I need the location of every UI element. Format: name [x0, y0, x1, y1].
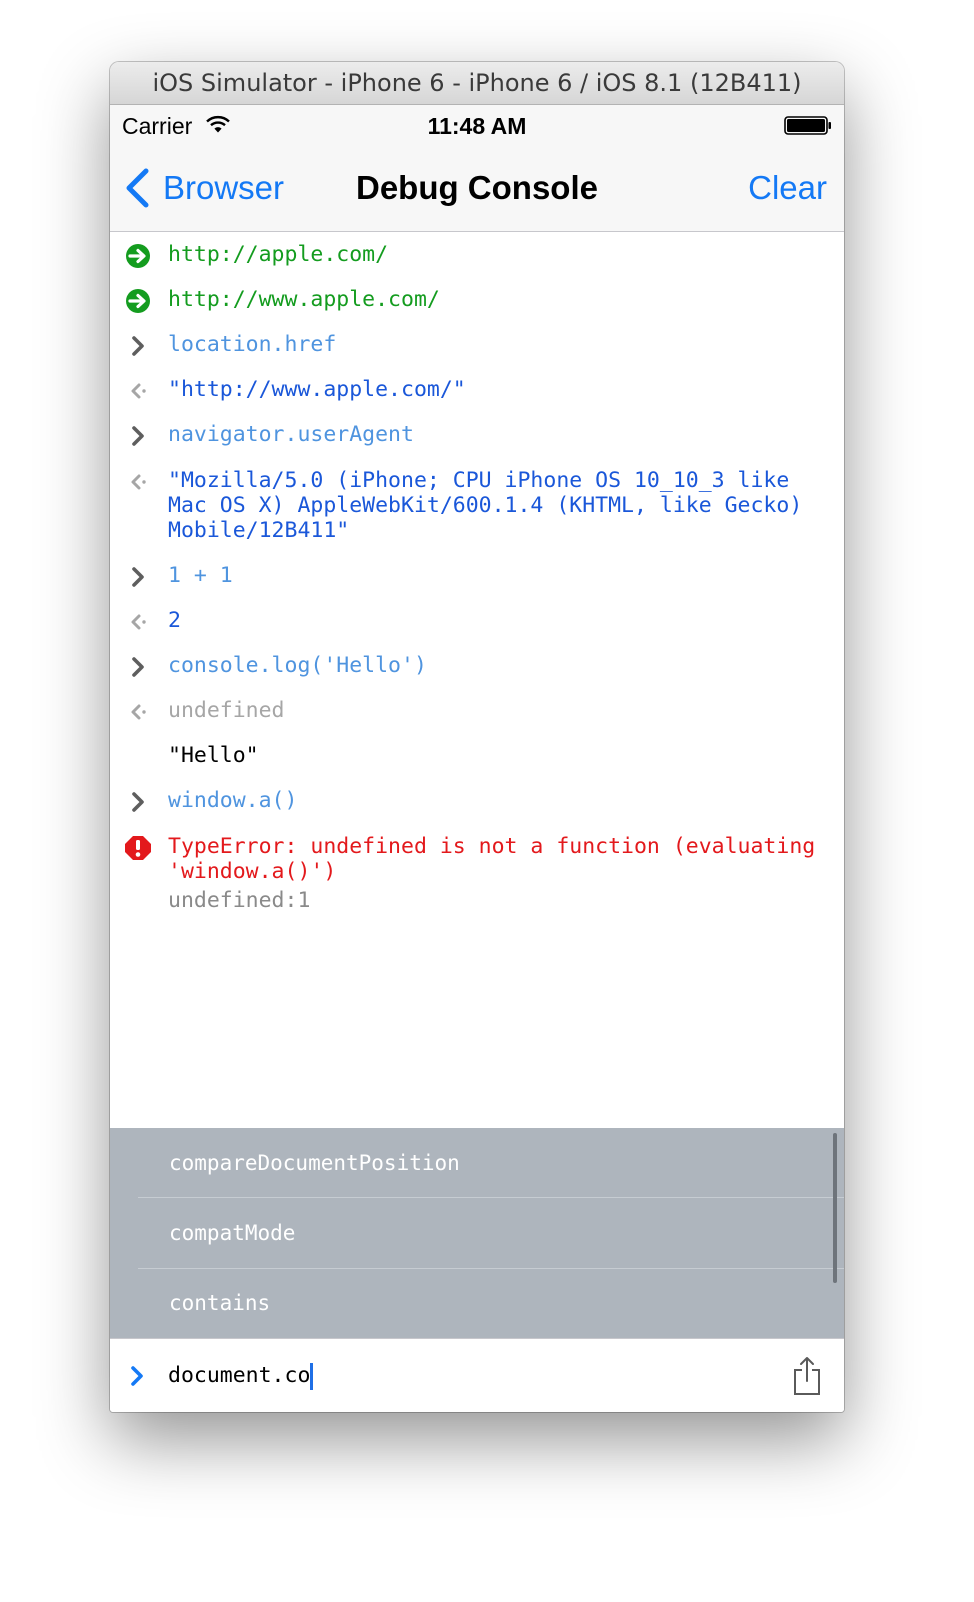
autocomplete-list: compareDocumentPosition compatMode conta… [110, 1128, 844, 1338]
console-entry-text[interactable]: http://www.apple.com/ [168, 287, 828, 312]
share-icon[interactable] [792, 1356, 822, 1396]
console-input-bar: document.co [110, 1338, 844, 1412]
arrow-right-circle-icon [126, 244, 150, 268]
clear-button[interactable]: Clear [748, 165, 827, 211]
battery-icon [784, 116, 831, 135]
console-log: http://apple.com/ http://www.apple.com/ … [110, 232, 844, 1128]
chevron-right-icon [132, 792, 144, 812]
error-icon [125, 836, 151, 860]
arrow-right-circle-icon [126, 289, 150, 313]
autocomplete-item[interactable]: contains [110, 1268, 844, 1338]
console-entry-text[interactable]: console.log('Hello') [168, 653, 828, 678]
console-entry-text[interactable]: http://apple.com/ [168, 242, 828, 267]
chevron-right-icon [132, 567, 144, 587]
autocomplete-item[interactable]: compatMode [110, 1198, 844, 1268]
console-entry-text[interactable]: navigator.userAgent [168, 422, 828, 447]
console-entry-text[interactable]: "http://www.apple.com/" [168, 377, 828, 402]
navigation-bar: Browser Debug Console Clear [110, 145, 844, 232]
chevron-right-icon [132, 657, 144, 677]
console-entry-text[interactable]: "Mozilla/5.0 (iPhone; CPU iPhone OS 10_1… [168, 468, 818, 543]
console-input-value: document.co [168, 1363, 311, 1388]
autocomplete-item[interactable]: compareDocumentPosition [110, 1128, 844, 1198]
autocomplete-item-label: compareDocumentPosition [169, 1151, 460, 1175]
error-source[interactable]: undefined:1 [168, 888, 828, 913]
chevron-right-icon [132, 336, 144, 356]
autocomplete-item-label: contains [169, 1291, 271, 1315]
page-title: Debug Console [355, 169, 598, 206]
window-title: iOS Simulator - iPhone 6 - iPhone 6 / iO… [110, 62, 844, 105]
console-entry-text[interactable]: location.href [168, 332, 828, 357]
autocomplete-scrollbar[interactable] [833, 1133, 837, 1283]
console-entry-text[interactable]: 1 + 1 [168, 563, 828, 588]
chevron-right-icon [132, 426, 144, 446]
chevron-left-icon [131, 704, 146, 720]
console-input[interactable]: document.co [168, 1361, 314, 1391]
simulator-window: iOS Simulator - iPhone 6 - iPhone 6 / iO… [110, 62, 844, 1412]
console-entry-text[interactable]: "Hello" [168, 743, 828, 768]
chevron-left-icon [131, 383, 146, 399]
console-entry-text[interactable]: undefined [168, 698, 828, 723]
prompt-chevron-icon [131, 1366, 143, 1386]
status-bar: Carrier 11:48 AM [110, 105, 844, 145]
error-message[interactable]: TypeError: undefined is not a function (… [168, 834, 828, 884]
console-entry-text[interactable]: 2 [168, 608, 828, 633]
text-caret [310, 1362, 314, 1390]
status-time: 11:48 AM [427, 113, 527, 139]
chevron-left-icon [131, 474, 146, 490]
console-entry-text[interactable]: window.a() [168, 788, 828, 813]
chevron-left-icon [131, 614, 146, 630]
autocomplete-item-label: compatMode [169, 1221, 296, 1245]
